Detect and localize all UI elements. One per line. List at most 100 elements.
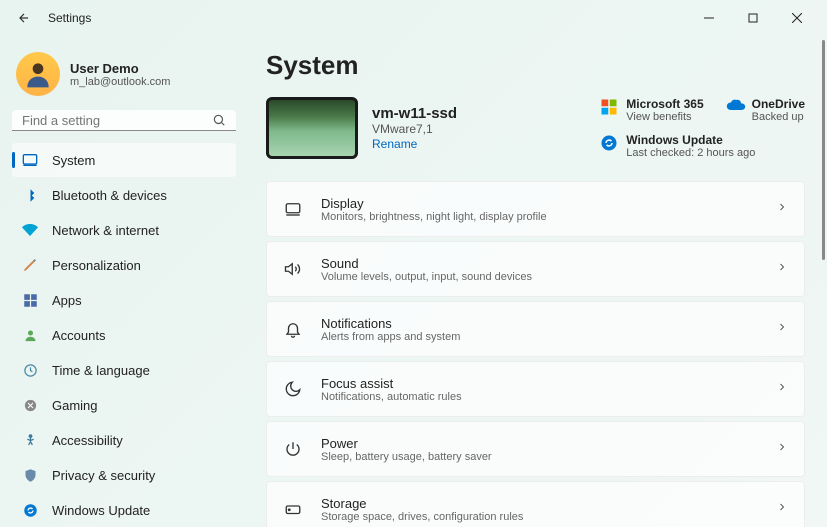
card-title: Power	[321, 436, 758, 451]
window-title: Settings	[48, 11, 91, 25]
nav-item-network[interactable]: Network & internet	[12, 213, 236, 247]
chevron-right-icon	[776, 320, 788, 338]
status-sub[interactable]: Backed up	[752, 111, 805, 123]
status-sub[interactable]: View benefits	[626, 111, 703, 123]
search-input[interactable]	[22, 113, 212, 128]
nav-item-accounts[interactable]: Accounts	[12, 318, 236, 352]
nav-item-system[interactable]: System	[12, 143, 236, 177]
rename-link[interactable]: Rename	[372, 137, 457, 151]
nav-label: Personalization	[52, 258, 141, 273]
page-heading: System	[266, 50, 805, 81]
close-button[interactable]	[775, 2, 819, 34]
card-title: Storage	[321, 496, 758, 511]
scrollbar[interactable]	[817, 40, 825, 523]
storage-icon	[283, 499, 303, 519]
user-email: m_lab@outlook.com	[70, 76, 170, 88]
wifi-icon	[22, 222, 38, 238]
chevron-right-icon	[776, 380, 788, 398]
device-thumbnail[interactable]	[266, 97, 358, 159]
nav-label: Accessibility	[52, 433, 123, 448]
card-title: Sound	[321, 256, 758, 271]
nav-label: Accounts	[52, 328, 105, 343]
onedrive-icon	[726, 98, 744, 116]
back-button[interactable]	[8, 2, 40, 34]
card-sound[interactable]: SoundVolume levels, output, input, sound…	[266, 241, 805, 297]
status-title: Windows Update	[626, 133, 755, 147]
clock-icon	[22, 362, 38, 378]
card-sub: Notifications, automatic rules	[321, 391, 758, 403]
update-status-icon	[600, 134, 618, 152]
close-icon	[792, 13, 802, 23]
card-sub: Alerts from apps and system	[321, 331, 758, 343]
status-microsoft365[interactable]: Microsoft 365 View benefits	[600, 97, 703, 123]
moon-icon	[283, 379, 303, 399]
user-block[interactable]: User Demo m_lab@outlook.com	[12, 44, 236, 110]
status-sub[interactable]: Last checked: 2 hours ago	[626, 147, 755, 159]
nav-label: Gaming	[52, 398, 98, 413]
card-sub: Monitors, brightness, night light, displ…	[321, 211, 758, 223]
card-title: Display	[321, 196, 758, 211]
arrow-left-icon	[17, 11, 31, 25]
nav-label: Privacy & security	[52, 468, 155, 483]
titlebar: Settings	[0, 0, 827, 36]
shield-icon	[22, 467, 38, 483]
display-icon	[283, 199, 303, 219]
nav-item-apps[interactable]: Apps	[12, 283, 236, 317]
nav-item-windows-update[interactable]: Windows Update	[12, 493, 236, 527]
card-focus-assist[interactable]: Focus assistNotifications, automatic rul…	[266, 361, 805, 417]
card-title: Notifications	[321, 316, 758, 331]
update-icon	[22, 502, 38, 518]
nav-item-privacy[interactable]: Privacy & security	[12, 458, 236, 492]
device-model: VMware7,1	[372, 122, 457, 136]
bluetooth-icon	[22, 187, 38, 203]
chevron-right-icon	[776, 200, 788, 218]
nav: System Bluetooth & devices Network & int…	[12, 143, 236, 527]
sidebar: User Demo m_lab@outlook.com System Bluet…	[0, 36, 248, 527]
settings-cards: DisplayMonitors, brightness, night light…	[266, 181, 805, 527]
minimize-button[interactable]	[687, 2, 731, 34]
system-icon	[22, 152, 38, 168]
card-storage[interactable]: StorageStorage space, drives, configurat…	[266, 481, 805, 527]
nav-label: Network & internet	[52, 223, 159, 238]
device-name: vm-w11-ssd	[372, 105, 457, 122]
chevron-right-icon	[776, 500, 788, 518]
apps-icon	[22, 292, 38, 308]
nav-label: Time & language	[52, 363, 150, 378]
window-controls	[687, 2, 819, 34]
card-sub: Sleep, battery usage, battery saver	[321, 451, 758, 463]
card-notifications[interactable]: NotificationsAlerts from apps and system	[266, 301, 805, 357]
status-title: Microsoft 365	[626, 97, 703, 111]
nav-label: Windows Update	[52, 503, 150, 518]
nav-item-bluetooth[interactable]: Bluetooth & devices	[12, 178, 236, 212]
avatar	[16, 52, 60, 96]
nav-item-gaming[interactable]: Gaming	[12, 388, 236, 422]
status-windows-update[interactable]: Windows Update Last checked: 2 hours ago	[600, 133, 805, 159]
main-content: System vm-w11-ssd VMware7,1 Rename Micro…	[248, 36, 827, 527]
device-row: vm-w11-ssd VMware7,1 Rename Microsoft 36…	[266, 97, 805, 159]
maximize-icon	[748, 13, 758, 23]
sound-icon	[283, 259, 303, 279]
scrollbar-thumb[interactable]	[822, 40, 825, 260]
search-box[interactable]	[12, 110, 236, 131]
person-icon	[22, 327, 38, 343]
chevron-right-icon	[776, 440, 788, 458]
nav-label: Apps	[52, 293, 82, 308]
nav-label: System	[52, 153, 95, 168]
status-title: OneDrive	[752, 97, 805, 111]
power-icon	[283, 439, 303, 459]
card-display[interactable]: DisplayMonitors, brightness, night light…	[266, 181, 805, 237]
card-power[interactable]: PowerSleep, battery usage, battery saver	[266, 421, 805, 477]
nav-item-personalization[interactable]: Personalization	[12, 248, 236, 282]
bell-icon	[283, 319, 303, 339]
card-title: Focus assist	[321, 376, 758, 391]
accessibility-icon	[22, 432, 38, 448]
gaming-icon	[22, 397, 38, 413]
minimize-icon	[704, 13, 714, 23]
nav-item-accessibility[interactable]: Accessibility	[12, 423, 236, 457]
chevron-right-icon	[776, 260, 788, 278]
search-icon	[212, 113, 226, 127]
nav-item-time-language[interactable]: Time & language	[12, 353, 236, 387]
status-onedrive[interactable]: OneDrive Backed up	[726, 97, 805, 123]
maximize-button[interactable]	[731, 2, 775, 34]
microsoft365-icon	[600, 98, 618, 116]
